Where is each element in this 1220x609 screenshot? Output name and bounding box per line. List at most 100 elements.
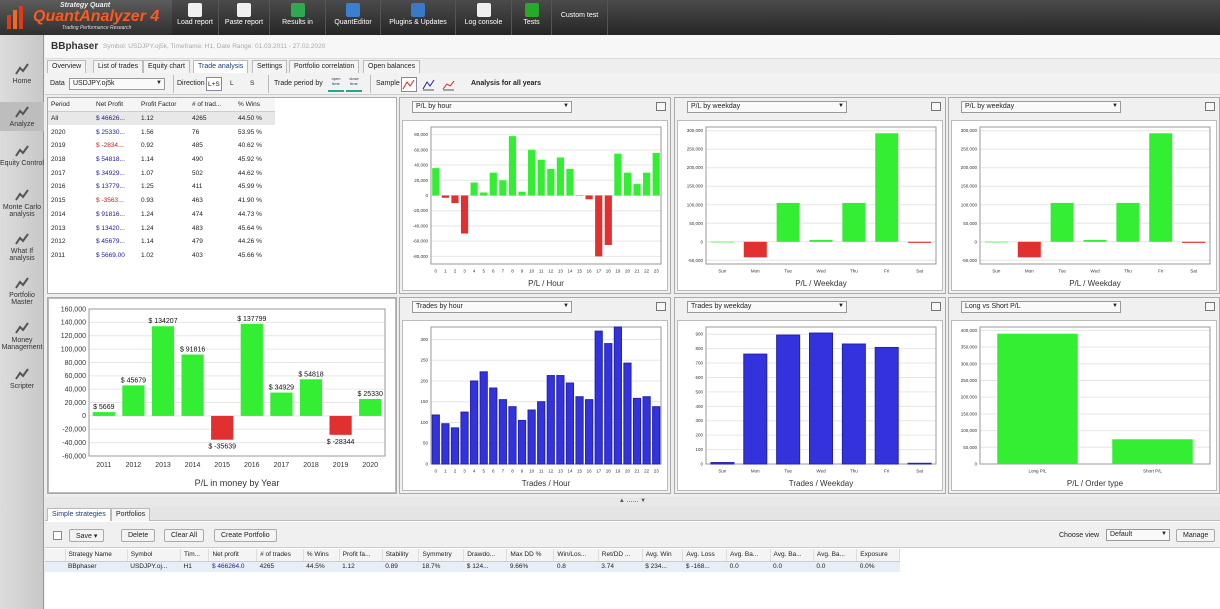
view-select[interactable]: Default ▼ [1106,529,1170,541]
period-cell: 1.07 [141,169,154,177]
y-tick-label: 600 [695,375,703,380]
results-col-header[interactable]: Avg. Win [642,549,684,562]
chart-type-select[interactable]: P/L by weekday ▼ [961,101,1121,113]
toolbar-button-7[interactable]: Custom test [552,0,608,35]
maximize-icon[interactable] [656,102,666,111]
tab-portfolios[interactable]: Portfolios [111,508,151,521]
results-col-header[interactable]: Tim... [180,549,210,562]
save-button[interactable]: Save ▾ [69,529,105,542]
maximize-icon[interactable] [931,302,941,311]
results-col-header[interactable]: Avg. Ba... [770,549,814,562]
y-tick-label: 400,000 [961,328,978,333]
table-row[interactable]: 2013 $ 13420... 1.24 483 45.64 % [48,221,275,235]
toolbar-button-6[interactable]: Tests [512,0,552,35]
toolbar-button-1[interactable]: Paste report [219,0,270,35]
manage-button[interactable]: Manage [1176,529,1216,542]
sidebar-label: Home [12,78,32,85]
table-row[interactable]: BBphaser USDJPY.oj... H1 $ 466264.0 4265 44.5… [45,561,900,572]
row-checkbox[interactable] [45,561,65,572]
results-col-header[interactable]: Symbol [127,549,182,562]
tab-4[interactable]: Settings [252,60,288,73]
results-col-header[interactable]: Strategy Name [65,549,128,562]
chart-type-select[interactable]: P/L by weekday ▼ [687,101,847,113]
toolbar-button-4[interactable]: Plugins & Updates [381,0,456,35]
close-time-button[interactable]: close time [346,76,362,92]
results-cell: USDJPY.oj... [127,561,181,572]
sidebar-item-7[interactable]: Scripter [0,364,44,393]
results-col-header[interactable]: Stability [382,549,420,562]
tab-2[interactable]: Equity chart [143,60,190,73]
sidebar-item-1[interactable]: Analyze [0,102,44,131]
chart-type-select[interactable]: Long vs Short P/L ▼ [961,301,1121,313]
maximize-icon[interactable] [1205,302,1215,311]
data-select[interactable]: USDJPY.oj5k ▼ [69,78,165,90]
results-col-header[interactable]: Max DD % [506,549,555,562]
create-portfolio-button[interactable]: Create Portfolio [214,529,277,542]
x-tick-label: 10 [529,269,535,274]
maximize-icon[interactable] [656,302,666,311]
table-row[interactable]: 2018 $ 54818... 1.14 490 45.92 % [48,153,275,167]
period-col-header[interactable]: # of trad... [189,98,235,113]
results-col-header[interactable]: Ret/DD ... [598,549,643,562]
select-all-checkbox[interactable] [53,531,62,540]
table-row[interactable]: All $ 46626... 1.12 4265 44.50 % [48,111,275,126]
period-col-header[interactable]: Net Profit [93,98,138,113]
chart-type-value: P/L by weekday [965,103,1015,110]
table-row[interactable]: 2014 $ 91816... 1.24 474 44.73 % [48,208,275,222]
table-row[interactable]: 2012 $ 45679... 1.14 479 44.26 % [48,235,275,249]
toolbar-button-2[interactable]: Results in [270,0,326,35]
chart-type-select[interactable]: Trades by weekday ▼ [687,301,847,313]
sidebar-item-0[interactable]: Home [0,59,44,88]
period-col-header[interactable]: Period [48,98,93,113]
results-col-header[interactable]: Exposure [856,549,900,562]
bar [652,406,661,465]
sample-oos-icon[interactable] [442,80,455,91]
table-row[interactable]: 2020 $ 25330... 1.56 76 53.95 % [48,125,275,139]
table-row[interactable]: 2019 $ -2834... 0.92 485 40.62 % [48,139,275,153]
results-col-header[interactable]: Profit fa... [339,549,383,562]
maximize-icon[interactable] [931,102,941,111]
sample-is-icon[interactable] [422,79,435,91]
results-col-header[interactable]: Symmetry [418,549,465,562]
period-col-header[interactable]: Profit Factor [138,98,189,113]
results-col-header[interactable]: Win/Los... [553,549,599,562]
tab-1[interactable]: List of trades [93,60,144,73]
tab-simple-strategies[interactable]: Simple strategies [47,508,111,521]
toolbar-button-0[interactable]: Load report [172,0,219,35]
toolbar-button-5[interactable]: Log console [456,0,512,35]
direction-ls[interactable]: L+S [206,77,222,91]
tab-3[interactable]: Trade analysis [193,60,249,73]
y-tick-label: 200 [695,433,703,438]
tab-6[interactable]: Open balances [363,60,421,73]
tab-0[interactable]: Overview [47,60,87,73]
sample-full-icon[interactable] [401,77,417,92]
direction-l[interactable]: L [230,80,234,87]
results-col-header[interactable]: # of trades [256,549,304,562]
sidebar-item-3[interactable]: Monte Carlo analysis [0,185,44,221]
table-row[interactable]: 2017 $ 34929... 1.07 502 44.62 % [48,166,275,180]
results-col-header[interactable]: % Wins [303,549,340,562]
toolbar-button-3[interactable]: QuantEditor [326,0,381,35]
period-col-header[interactable]: % Wins [235,98,275,113]
sidebar-item-6[interactable]: Money Management [0,318,44,354]
table-row[interactable]: 2016 $ 13779... 1.25 411 45.99 % [48,180,275,194]
delete-button[interactable]: Delete [121,529,156,542]
chart-type-select[interactable]: P/L by hour ▼ [412,101,572,113]
chart-type-select[interactable]: Trades by hour ▼ [412,301,572,313]
sidebar-item-4[interactable]: What If analysis [0,229,44,265]
open-time-button[interactable]: open time [328,76,344,92]
maximize-icon[interactable] [1205,102,1215,111]
splitter[interactable]: ▲ ‥‥‥ ▼ [45,497,1220,507]
sidebar-item-5[interactable]: Portfolio Master [0,273,44,309]
direction-s[interactable]: S [250,80,254,87]
results-col-header[interactable]: Drawdo... [463,549,508,562]
clear-all-button[interactable]: Clear All [164,529,205,542]
results-col-header[interactable]: Avg. Ba... [813,549,858,562]
results-col-header[interactable]: Net profit [208,549,258,562]
results-col-header[interactable]: Avg. Ba... [726,549,771,562]
sidebar-item-2[interactable]: Equity Control [0,141,44,170]
table-row[interactable]: 2015 $ -3563... 0.93 463 41.90 % [48,194,275,208]
results-col-header[interactable]: Avg. Loss [682,549,728,562]
table-row[interactable]: 2011 $ 5669.00 1.02 403 45.66 % [48,249,275,263]
tab-5[interactable]: Portfolio correlation [289,60,360,73]
